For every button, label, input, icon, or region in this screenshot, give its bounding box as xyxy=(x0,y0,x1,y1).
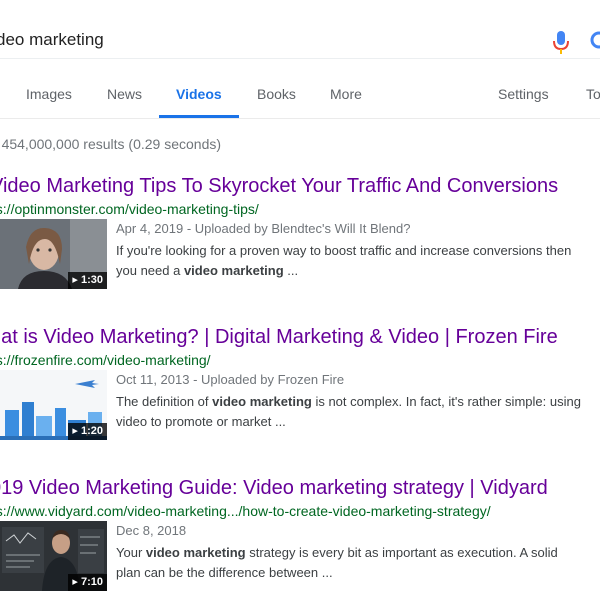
microphone-icon[interactable] xyxy=(552,30,570,56)
search-icon[interactable] xyxy=(589,30,600,56)
result-meta: Apr 4, 2019 - Uploaded by Blendtec's Wil… xyxy=(116,221,411,236)
active-tab-indicator xyxy=(159,115,239,118)
result-title-link[interactable]: 019 Video Marketing Guide: Video marketi… xyxy=(0,477,548,500)
result-url: ps://frozenfire.com/video-marketing/ xyxy=(0,352,211,368)
result-stats: ut 454,000,000 results (0.29 seconds) xyxy=(0,136,222,152)
result-snippet: Your video marketing strategy is every b… xyxy=(116,545,558,580)
tab-images[interactable]: Images xyxy=(26,86,72,102)
tab-more[interactable]: More xyxy=(330,86,362,102)
result-snippet: If you're looking for a proven way to bo… xyxy=(116,243,572,278)
search-bar xyxy=(0,8,600,59)
result-meta: Dec 8, 2018 xyxy=(116,523,187,538)
result-url: ps://www.vidyard.com/video-marketing.../… xyxy=(0,503,491,519)
tab-news[interactable]: News xyxy=(107,86,142,102)
tab-videos[interactable]: Videos xyxy=(176,86,222,102)
video-duration: ▸ 7:10 xyxy=(68,574,107,591)
video-duration: ▸ 1:20 xyxy=(68,423,107,440)
search-tabs: Images News Videos Books More Settings T… xyxy=(0,70,600,119)
tab-tools[interactable]: To xyxy=(586,86,600,102)
tab-settings[interactable]: Settings xyxy=(498,86,549,102)
video-thumbnail[interactable]: ▸ 1:30 xyxy=(0,219,107,289)
video-thumbnail[interactable]: ▸ 1:20 xyxy=(0,370,107,440)
result-meta: Oct 11, 2013 - Uploaded by Frozen Fire xyxy=(116,372,345,387)
result-title-link[interactable]: Video Marketing Tips To Skyrocket Your T… xyxy=(0,175,558,198)
result-snippet: The definition of video marketing is not… xyxy=(116,394,581,429)
result-url: ps://optinmonster.com/video-marketing-ti… xyxy=(0,201,259,217)
video-duration: ▸ 1:30 xyxy=(68,272,107,289)
search-input[interactable] xyxy=(0,30,496,50)
result-title-link[interactable]: hat is Video Marketing? | Digital Market… xyxy=(0,326,558,349)
tab-books[interactable]: Books xyxy=(257,86,296,102)
video-thumbnail[interactable]: ▸ 7:10 xyxy=(0,521,107,591)
